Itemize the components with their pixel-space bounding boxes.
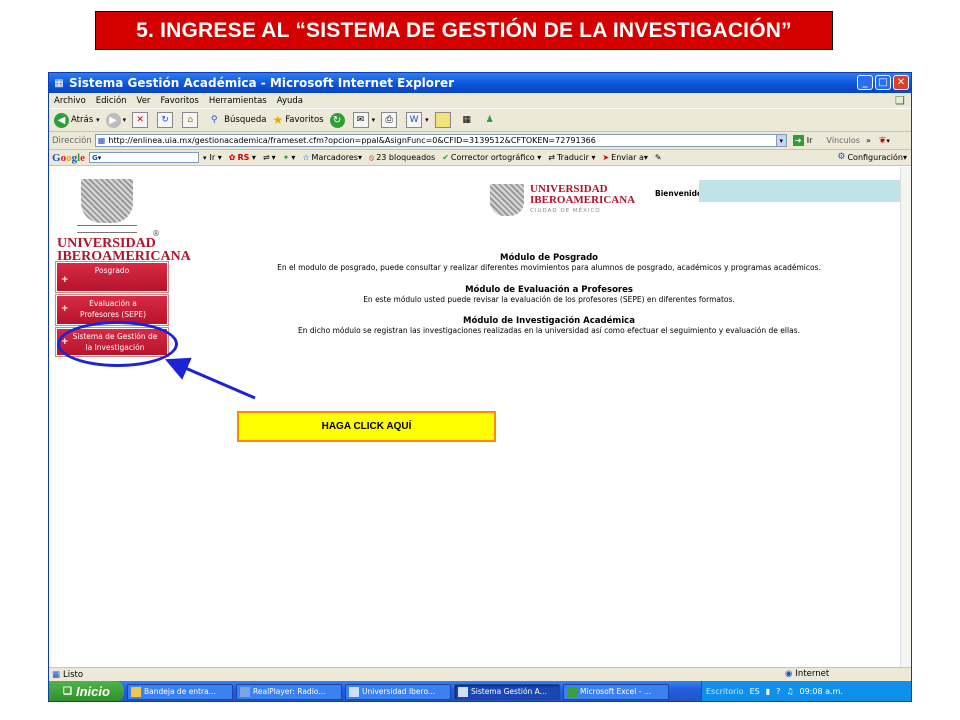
arrow-line <box>164 357 256 400</box>
callout-box: HAGA CLICK AQUÍ <box>237 411 496 442</box>
pointer-arrow <box>164 357 256 400</box>
